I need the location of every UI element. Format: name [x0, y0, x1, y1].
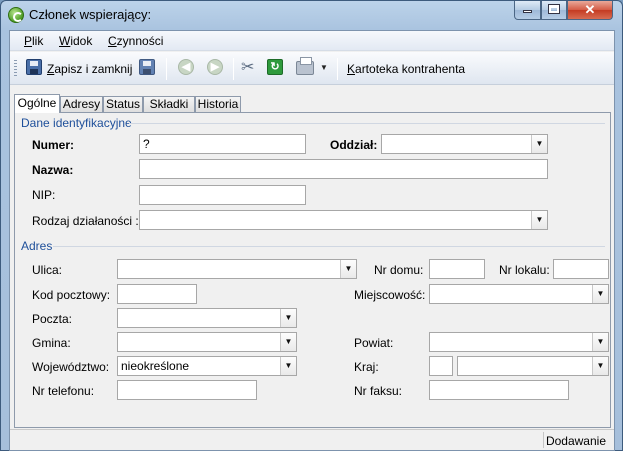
refresh-button[interactable]: ↻ — [267, 59, 283, 79]
nr-telefonu-field[interactable] — [117, 380, 257, 400]
tab-adresy[interactable]: Adresy — [60, 96, 103, 112]
title-bar[interactable]: Członek wspierający: ✕ — [1, 1, 622, 29]
menu-czynnosci[interactable]: Czynności — [108, 34, 163, 48]
chevron-down-icon[interactable]: ▼ — [280, 357, 296, 375]
status-bar: Dodawanie — [10, 429, 614, 450]
nr-lokalu-field[interactable] — [553, 259, 609, 279]
chevron-down-icon[interactable]: ▼ — [531, 211, 547, 229]
save-button[interactable] — [139, 59, 155, 79]
nazwa-label: Nazwa: — [32, 163, 74, 177]
poczta-label: Poczta: — [32, 312, 73, 326]
section-dane-identyfikacyjne: Dane identyfikacyjne — [21, 116, 132, 130]
powiat-select[interactable]: ▼ — [429, 332, 609, 352]
oddzial-label: Oddział: — [330, 138, 378, 152]
chevron-down-icon: ▼ — [320, 63, 328, 72]
wojewodztwo-select[interactable]: nieokreślone ▼ — [117, 356, 297, 376]
menu-bar: Plik Widok Czynności — [10, 31, 614, 51]
printer-icon — [296, 57, 314, 75]
ulica-select[interactable]: ▼ — [117, 259, 357, 279]
toolbar-grip[interactable] — [14, 60, 17, 78]
close-button[interactable]: ✕ — [567, 1, 613, 20]
kod-pocztowy-label: Kod pocztowy: — [32, 288, 111, 302]
nip-field[interactable] — [139, 185, 306, 205]
tools-button[interactable]: ✂ — [241, 59, 254, 79]
numer-field[interactable]: ? — [139, 134, 306, 154]
maximize-button[interactable] — [541, 1, 567, 20]
minimize-icon — [523, 10, 532, 13]
chevron-down-icon[interactable]: ▼ — [280, 309, 296, 327]
kartoteka-kontrahenta-button[interactable]: Kartoteka kontrahenta — [347, 62, 465, 76]
nr-domu-label: Nr domu: — [374, 263, 424, 277]
back-arrow-icon: ◀ — [178, 59, 194, 75]
miejscowosc-select[interactable]: ▼ — [429, 284, 609, 304]
kraj-code-field[interactable] — [429, 356, 453, 376]
gmina-select[interactable]: ▼ — [117, 332, 297, 352]
save-new-icon — [139, 59, 155, 75]
refresh-icon: ↻ — [267, 59, 283, 75]
wojewodztwo-value: nieokreślone — [121, 359, 190, 373]
forward-arrow-icon: ▶ — [207, 59, 223, 75]
maximize-icon — [548, 4, 560, 14]
tab-skladki[interactable]: Składki — [143, 96, 195, 112]
minimize-button[interactable] — [514, 1, 541, 20]
back-button[interactable]: ◀ — [178, 59, 194, 79]
chevron-down-icon[interactable]: ▼ — [531, 135, 547, 153]
nr-faksu-field[interactable] — [429, 380, 569, 400]
status-mode: Dodawanie — [545, 434, 606, 448]
kraj-label: Kraj: — [354, 360, 379, 374]
save-close-label[interactable]: Zapisz i zamknij — [47, 62, 132, 76]
nr-lokalu-label: Nr lokalu: — [499, 263, 550, 277]
section-divider — [129, 123, 605, 124]
section-adres: Adres — [21, 239, 53, 253]
chevron-down-icon[interactable]: ▼ — [592, 333, 608, 351]
section-divider — [53, 246, 605, 247]
miejscowosc-label: Miejscowość: — [354, 288, 426, 302]
chevron-down-icon[interactable]: ▼ — [280, 333, 296, 351]
rodzaj-dzialalnosci-label: Rodzaj działaności : — [32, 214, 139, 228]
toolbar-separator — [337, 58, 338, 80]
nr-domu-field[interactable] — [429, 259, 485, 279]
window-title: Członek wspierający: — [29, 7, 152, 22]
menu-widok[interactable]: Widok — [59, 34, 92, 48]
rodzaj-dzialalnosci-select[interactable]: ▼ — [139, 210, 548, 230]
tab-panel-ogolne: Dane identyfikacyjne Numer: ? Oddział: ▼… — [14, 112, 611, 428]
nazwa-field[interactable] — [139, 159, 548, 179]
toolbar-separator — [166, 58, 167, 80]
toolbar: Zapisz i zamknij ◀ ▶ ✂ ↻ ▼ Kartoteka kon… — [10, 52, 614, 85]
nr-telefonu-label: Nr telefonu: — [32, 384, 95, 398]
tab-historia[interactable]: Historia — [195, 96, 241, 112]
menu-plik[interactable]: Plik — [24, 34, 43, 48]
kraj-select[interactable]: ▼ — [457, 356, 609, 376]
app-logo-icon — [8, 7, 24, 23]
ulica-label: Ulica: — [32, 263, 63, 277]
save-close-button[interactable] — [26, 59, 42, 79]
chevron-down-icon[interactable]: ▼ — [592, 285, 608, 303]
client-area: Plik Widok Czynności Zapisz i zamknij ◀ … — [9, 30, 615, 451]
wojewodztwo-label: Województwo: — [32, 360, 110, 374]
poczta-select[interactable]: ▼ — [117, 308, 297, 328]
toolbar-separator — [233, 58, 234, 80]
print-dropdown-button[interactable]: ▼ — [320, 59, 328, 79]
tools-icon: ✂ — [241, 59, 255, 76]
gmina-label: Gmina: — [32, 336, 71, 350]
status-divider — [543, 432, 544, 448]
nr-faksu-label: Nr faksu: — [354, 384, 403, 398]
nip-label: NIP: — [32, 188, 56, 202]
oddzial-select[interactable]: ▼ — [381, 134, 548, 154]
print-button[interactable] — [296, 57, 314, 79]
chevron-down-icon[interactable]: ▼ — [340, 260, 356, 278]
close-icon: ✕ — [584, 2, 596, 17]
forward-button[interactable]: ▶ — [207, 59, 223, 79]
save-icon — [26, 59, 42, 75]
application-window: Członek wspierający: ✕ Plik Widok Czynno… — [0, 0, 623, 451]
numer-label: Numer: — [32, 138, 75, 152]
chevron-down-icon[interactable]: ▼ — [592, 357, 608, 375]
kod-pocztowy-field[interactable] — [117, 284, 197, 304]
powiat-label: Powiat: — [354, 336, 394, 350]
tab-status[interactable]: Status — [103, 96, 143, 112]
tab-ogolne[interactable]: Ogólne — [14, 94, 60, 113]
